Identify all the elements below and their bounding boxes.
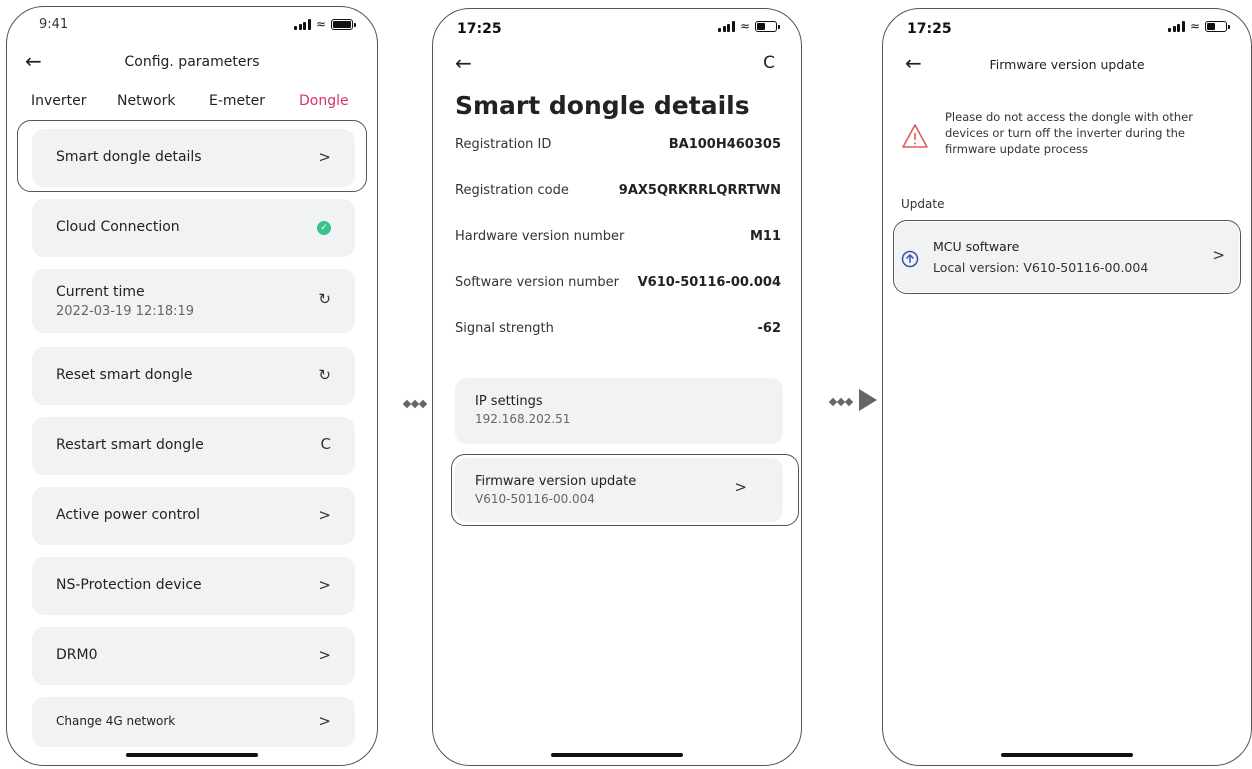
ip-settings-label: IP settings [475,394,543,409]
phone-config-parameters: 9:41 ≈ ← Config. parameters Inverter Net… [6,6,378,766]
highlight-frame [893,220,1241,294]
chevron-right-icon: > [318,576,331,594]
refresh-icon[interactable]: C [321,435,331,453]
status-time: 17:25 [907,21,952,37]
detail-key: Registration ID [455,137,552,152]
wifi-icon: ≈ [1189,19,1200,33]
home-indicator [1001,753,1133,757]
chevron-right-icon: > [318,506,331,524]
menu-item-label: NS-Protection device [56,577,202,593]
menu-item-change-4g-network[interactable]: Change 4G network > [32,697,355,747]
battery-icon [755,21,780,32]
menu-item-reset-smart-dongle[interactable]: Reset smart dongle ↻ [32,347,355,405]
sync-icon[interactable]: ↻ [318,290,331,308]
detail-value: V610-50116-00.004 [637,275,781,290]
detail-row-registration-id: Registration ID BA100H460305 [455,137,781,157]
detail-row-software-version: Software version number V610-50116-00.00… [455,275,781,295]
signal-icon [294,19,311,30]
menu-item-label: Active power control [56,507,201,523]
menu-item-current-time[interactable]: Current time 2022-03-19 12:18:19 ↻ [32,269,355,333]
menu-item-active-power-control[interactable]: Active power control > [32,487,355,545]
menu-item-ns-protection-device[interactable]: NS-Protection device > [32,557,355,615]
detail-row-registration-code: Registration code 9AX5QRKRRLQRRTWN [455,183,781,203]
ip-settings-card[interactable]: IP settings 192.168.202.51 [455,378,783,444]
detail-row-signal-strength: Signal strength -62 [455,321,781,341]
warning-message: Please do not access the dongle with oth… [945,110,1193,156]
tab-bar: Inverter Network E-meter Dongle [7,93,377,117]
wifi-icon: ≈ [315,17,326,31]
flow-connector [828,388,879,412]
wifi-icon: ≈ [739,19,750,33]
detail-value: M11 [749,229,781,244]
tab-e-meter[interactable]: E-meter [209,93,265,109]
detail-key: Hardware version number [455,229,625,244]
sync-icon[interactable]: ↻ [318,366,331,384]
menu-item-label: Restart smart dongle [56,437,204,453]
home-indicator [126,753,258,757]
tab-inverter[interactable]: Inverter [31,93,87,109]
status-time: 9:41 [39,17,69,32]
status-icons: ≈ [1168,19,1230,33]
ip-settings-value: 192.168.202.51 [475,412,571,426]
menu-item-restart-smart-dongle[interactable]: Restart smart dongle C [32,417,355,475]
menu-item-label: Current time [56,284,145,300]
highlight-frame [451,454,799,526]
tab-dongle[interactable]: Dongle [299,93,349,109]
menu-item-label: DRM0 [56,647,98,663]
menu-item-drm0[interactable]: DRM0 > [32,627,355,685]
refresh-icon[interactable]: C [763,53,775,73]
flow-connector [402,392,428,411]
current-time-value: 2022-03-19 12:18:19 [56,304,195,319]
menu-item-cloud-connection[interactable]: Cloud Connection ✓ [32,199,355,257]
battery-icon [1205,21,1230,32]
chevron-right-icon: > [318,646,331,664]
phone-firmware-update: 17:25 ≈ ← Firmware version update Please… [882,8,1252,766]
phone-smart-dongle-details: 17:25 ≈ ← C Smart dongle details Registr… [432,8,802,766]
page-title: Smart dongle details [455,91,750,120]
tab-network[interactable]: Network [117,93,175,109]
status-bar: 9:41 ≈ [7,7,377,43]
warning-triangle-icon [902,124,928,148]
page-title: Config. parameters [124,54,260,70]
detail-value: -62 [757,321,782,336]
detail-key: Software version number [455,275,619,290]
check-circle-icon: ✓ [317,221,331,235]
status-icons: ≈ [718,19,780,33]
menu-item-label: Reset smart dongle [56,367,193,383]
signal-icon [718,21,735,32]
status-bar: 17:25 ≈ [883,9,1251,45]
highlight-frame [17,120,367,192]
status-bar: 17:25 ≈ [433,9,801,45]
chevron-right-icon: > [318,712,331,730]
page-title: Firmware version update [989,57,1145,72]
back-arrow-icon[interactable]: ← [455,51,472,75]
detail-value: BA100H460305 [668,137,781,152]
section-header-update: Update [901,197,945,211]
detail-row-hardware-version: Hardware version number M11 [455,229,781,249]
detail-key: Registration code [455,183,569,198]
arrow-right-icon [859,389,878,411]
detail-key: Signal strength [455,321,554,336]
home-indicator [551,753,683,757]
signal-icon [1168,21,1185,32]
detail-value: 9AX5QRKRRLQRRTWN [618,183,781,198]
status-time: 17:25 [457,21,502,37]
battery-icon [331,19,356,30]
status-icons: ≈ [294,17,356,31]
menu-item-label: Cloud Connection [56,219,180,235]
menu-item-label: Change 4G network [56,714,176,728]
